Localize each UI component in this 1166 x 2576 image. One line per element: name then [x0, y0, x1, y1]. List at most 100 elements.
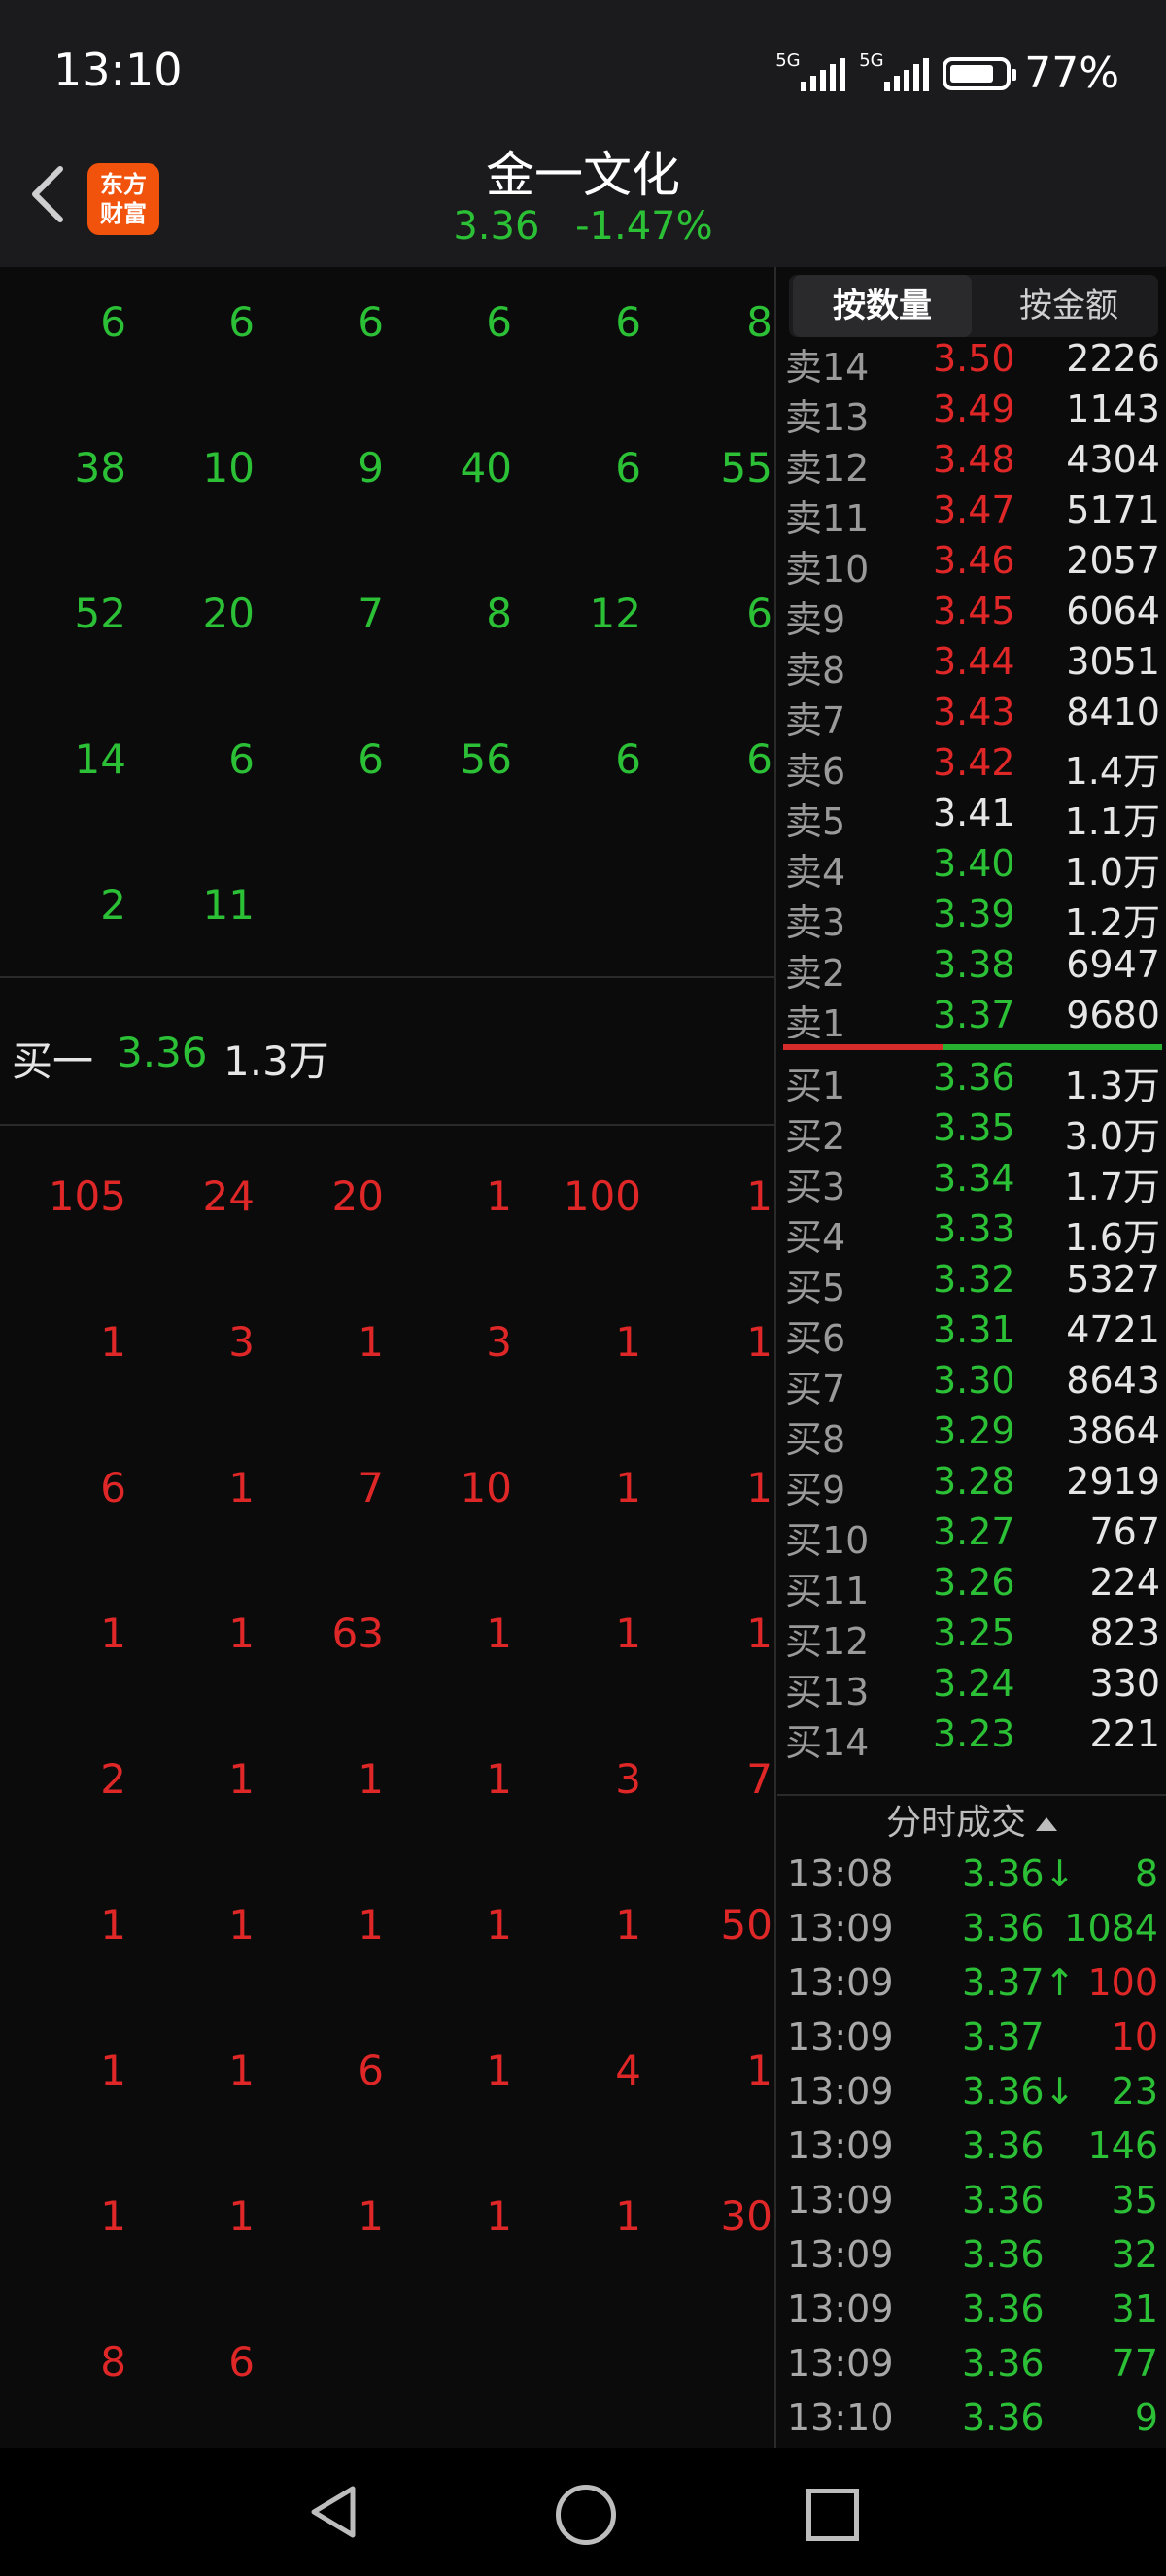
trades-header[interactable]: 分时成交: [777, 1794, 1166, 1850]
level-quantity: 5171: [1066, 489, 1160, 531]
buy-queue-order-size: 1: [486, 1901, 512, 1949]
buy-queue-order-size: 1: [100, 1610, 126, 1657]
trade-row: 13:09 3.36 32: [777, 2233, 1166, 2288]
buy-queue-order-size: 7: [746, 1755, 772, 1803]
level-label: 卖3: [785, 901, 846, 944]
trade-row: 13:09 3.37 10: [777, 2016, 1166, 2070]
asks-level: 卖1 3.37 9680: [777, 994, 1166, 1038]
buy-queue-order-size: 50: [720, 1901, 772, 1949]
trade-volume: 35: [1111, 2179, 1158, 2221]
level-price: 3.27: [933, 1510, 1015, 1553]
trade-price: 3.36: [962, 2124, 1045, 2167]
collapse-arrow-icon: [1036, 1817, 1057, 1831]
header: 东方 财富 金一文化 3.36 -1.47%: [0, 126, 1166, 267]
level-price: 3.29: [933, 1409, 1015, 1452]
signal-5g-icon: 5G: [775, 51, 846, 91]
asks-level: 卖14 3.50 2226: [777, 337, 1166, 389]
asks-level: 卖7 3.43 8410: [777, 691, 1166, 742]
level-price: 3.26: [933, 1561, 1015, 1604]
level-label: 买2: [785, 1115, 846, 1158]
nav-back-icon[interactable]: [306, 2483, 360, 2541]
trade-price: 3.36↓: [962, 1852, 1076, 1895]
buy-queue-order-size: 1: [746, 1318, 772, 1366]
level-price: 3.34: [933, 1157, 1015, 1200]
trade-time: 13:09: [787, 2288, 894, 2330]
trade-volume: 23: [1111, 2070, 1158, 2113]
trade-price: 3.36: [962, 2288, 1045, 2330]
level-quantity: 2226: [1066, 337, 1160, 380]
trade-row: 13:09 3.37↑ 100: [777, 1961, 1166, 2016]
sell-queue-order-size: 6: [746, 590, 772, 637]
nav-home-icon[interactable]: [556, 2485, 616, 2545]
trade-time: 13:09: [787, 2124, 894, 2167]
sell-queue-order-size: 6: [746, 735, 772, 783]
battery-percent: 77%: [1024, 49, 1119, 98]
trade-volume: 31: [1111, 2288, 1158, 2330]
buy-queue-order-size: 1: [100, 1901, 126, 1949]
trade-price: 3.36: [962, 2396, 1045, 2439]
buy-queue-order-size: 1: [615, 1901, 641, 1949]
buy-queue-order-size: 1: [615, 1610, 641, 1657]
level-quantity: 4721: [1066, 1308, 1160, 1351]
level-quantity: 4304: [1066, 438, 1160, 481]
trade-volume: 1084: [1064, 1907, 1158, 1949]
bids-level: 买9 3.28 2919: [777, 1460, 1166, 1511]
level-quantity: 9680: [1066, 994, 1160, 1036]
buy-queue-order-size: 1: [746, 1172, 772, 1220]
level-price: 3.41: [933, 792, 1015, 834]
sell-queue-order-size: 6: [228, 735, 255, 783]
asks-level: 卖9 3.45 6064: [777, 590, 1166, 641]
trade-price: 3.37: [962, 2016, 1045, 2058]
level-price: 3.24: [933, 1662, 1015, 1705]
level-quantity: 1.1万: [1064, 800, 1160, 843]
level-price: 3.31: [933, 1308, 1015, 1351]
buy-queue-order-size: 1: [100, 1318, 126, 1366]
buy-queue-order-size: 2: [100, 1755, 126, 1803]
system-nav-bar: [0, 2448, 1166, 2576]
level-price: 3.25: [933, 1611, 1015, 1654]
bids-level: 买13 3.24 330: [777, 1662, 1166, 1713]
buy-queue-order-size: 1: [746, 1610, 772, 1657]
sell-queue-order-size: 38: [74, 444, 126, 491]
sell-queue-order-size: 20: [202, 590, 255, 637]
nav-recent-icon[interactable]: [806, 2489, 859, 2541]
trade-row: 13:09 3.36 146: [777, 2124, 1166, 2179]
buy1-summary: 买一 3.36 1.3万: [0, 976, 774, 1126]
buy-queue-order-size: 63: [331, 1610, 384, 1657]
buy-queue-order-size: 8: [100, 2338, 126, 2386]
sell-queue-order-size: 56: [460, 735, 512, 783]
trade-price: 3.36↓: [962, 2070, 1076, 2113]
trade-volume: 32: [1111, 2233, 1158, 2276]
tab-by-amount[interactable]: 按金额: [979, 275, 1158, 337]
sell-queue-order-size: 8: [486, 590, 512, 637]
buy-queue-order-size: 100: [563, 1172, 641, 1220]
content: 6 6 6 6 6 8 38 10 9 40 6 55 52 20 7 8 12 6 14 6 6 56 6 6 2 11 买一 …: [0, 267, 1166, 2448]
trade-price: 3.36: [962, 2233, 1045, 2276]
level-price: 3.44: [933, 640, 1015, 683]
buy-queue-order-size: 1: [486, 1755, 512, 1803]
trade-price: 3.36: [962, 1907, 1045, 1949]
buy-queue-row: 1 1 1 1 1 30: [0, 2192, 774, 2338]
battery-icon: [943, 56, 1017, 90]
level-price: 3.47: [933, 489, 1015, 531]
tab-by-quantity[interactable]: 按数量: [793, 275, 972, 337]
trade-row: 13:09 3.36 77: [777, 2342, 1166, 2396]
level-label: 买11: [785, 1570, 870, 1612]
buy-queue-row: 2 1 1 1 3 7: [0, 1755, 774, 1901]
asks-level: 卖2 3.38 6947: [777, 943, 1166, 995]
sell-queue-order-size: 8: [746, 298, 772, 346]
level-label: 买12: [785, 1620, 870, 1663]
trade-time: 13:09: [787, 1961, 894, 2004]
level-quantity: 8643: [1066, 1359, 1160, 1402]
level-price: 3.43: [933, 691, 1015, 733]
level-quantity: 1143: [1066, 388, 1160, 430]
buy-queue-row: 86: [0, 2338, 774, 2448]
level-label: 买3: [785, 1166, 846, 1208]
level-label: 买7: [785, 1368, 846, 1410]
sell-queue-row: 38 10 9 40 6 55: [0, 444, 774, 590]
level-price: 3.28: [933, 1460, 1015, 1503]
level-price: 3.45: [933, 590, 1015, 632]
asks-level: 卖13 3.49 1143: [777, 388, 1166, 439]
buy-queue-row: 105 24 20 1 100 1: [0, 1172, 774, 1318]
level-price: 3.39: [933, 893, 1015, 935]
